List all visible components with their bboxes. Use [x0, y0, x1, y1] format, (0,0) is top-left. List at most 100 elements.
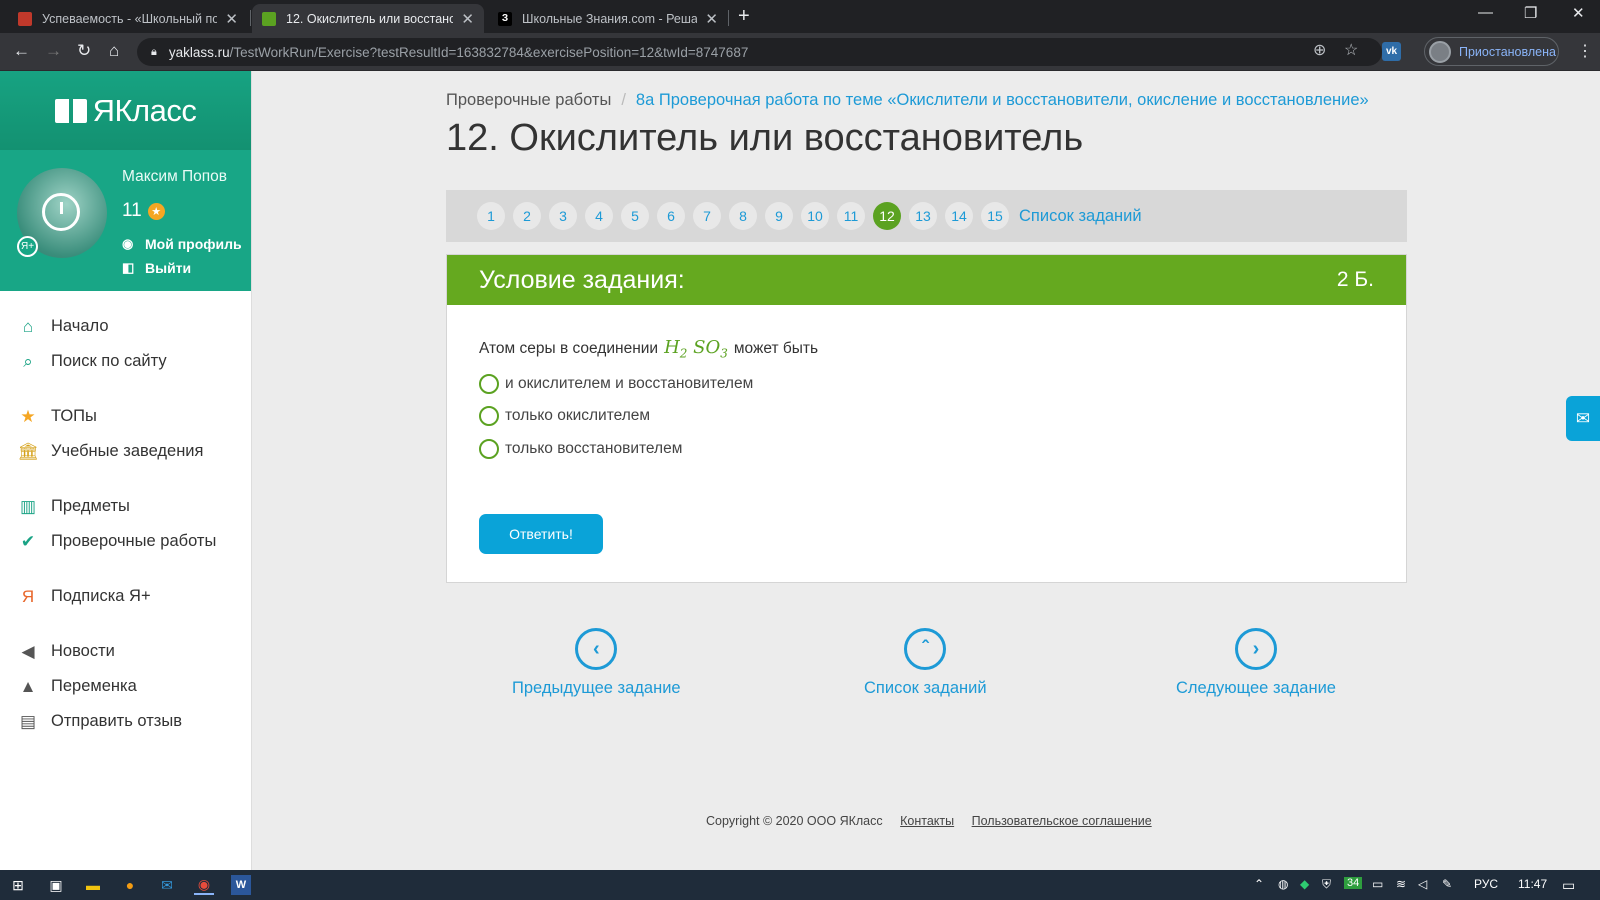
clock-time[interactable]: 11:47 [1518, 877, 1547, 891]
page-number-4[interactable]: 4 [585, 202, 613, 230]
tray-shield-icon[interactable]: ◆ [1300, 877, 1309, 891]
page-number-5[interactable]: 5 [621, 202, 649, 230]
close-icon[interactable]: ✕ [705, 10, 718, 28]
previous-task-label: Предыдущее задание [512, 679, 681, 697]
home-icon[interactable]: ⌂ [109, 41, 119, 61]
sidebar-item-home[interactable]: ⌂ Начало [0, 309, 251, 344]
page-number-2[interactable]: 2 [513, 202, 541, 230]
answer-option-label: только восстановителем [505, 440, 683, 457]
megaphone-icon: ◀ [21, 641, 35, 661]
menu-kebab-icon[interactable]: ⋮ [1577, 41, 1593, 61]
sidebar-item-subscription[interactable]: Я Подписка Я+ [0, 579, 251, 614]
minimize-icon[interactable]: — [1478, 4, 1493, 21]
next-task-link[interactable]: › Следующее задание [1176, 628, 1336, 698]
page-number-7[interactable]: 7 [693, 202, 721, 230]
pen-icon[interactable]: ✎ [1442, 877, 1452, 891]
new-tab-icon[interactable]: + [738, 5, 750, 28]
close-icon[interactable]: ✕ [225, 10, 238, 28]
browser-tab-1[interactable]: Успеваемость - «Школьный пор ✕ [8, 4, 248, 33]
answer-option[interactable]: и окислителем и восстановителем [479, 374, 753, 394]
store-icon[interactable]: ▣ [46, 875, 66, 895]
mail-icon[interactable]: ✉ [157, 875, 177, 895]
bookmark-star-icon[interactable]: ☆ [1344, 40, 1358, 60]
browser-tab-2[interactable]: 12. Окислитель или восстанови ✕ [252, 4, 484, 33]
folder-icon[interactable]: ▬ [83, 875, 103, 895]
forward-icon[interactable]: → [45, 41, 62, 61]
reload-icon[interactable]: ↻ [77, 41, 91, 61]
page-number-6[interactable]: 6 [657, 202, 685, 230]
contacts-link[interactable]: Контакты [900, 814, 954, 828]
radio-button[interactable] [479, 406, 499, 426]
page-number-14[interactable]: 14 [945, 202, 973, 230]
previous-task-link[interactable]: ‹ Предыдущее задание [512, 628, 681, 698]
submit-answer-button[interactable]: Ответить! [479, 514, 603, 554]
page-number-8[interactable]: 8 [729, 202, 757, 230]
tray-security-icon[interactable]: ⛨ [1322, 877, 1331, 892]
user-agreement-link[interactable]: Пользовательское соглашение [972, 814, 1152, 828]
page-number-12[interactable]: 12 [873, 202, 901, 230]
task-list-link[interactable]: Список заданий [1019, 207, 1142, 226]
task-list-bottom-link[interactable]: ˆ Список заданий [864, 628, 987, 698]
chrome-icon[interactable]: ◉ [194, 875, 214, 895]
radio-button[interactable] [479, 374, 499, 394]
tab-title: 12. Окислитель или восстанови [286, 11, 454, 26]
sidebar-item-news[interactable]: ◀ Новости [0, 634, 251, 669]
sidebar-item-label: Новости [51, 642, 115, 660]
vk-extension-icon[interactable]: vk [1382, 42, 1401, 61]
input-language[interactable]: РУС [1474, 877, 1498, 891]
volume-icon[interactable]: ◁ [1418, 877, 1427, 891]
sidebar-item-label: Проверочные работы [51, 532, 217, 550]
page-number-11[interactable]: 11 [837, 202, 865, 230]
back-icon[interactable]: ← [13, 41, 30, 61]
mail-app-icon[interactable]: ● [120, 875, 140, 895]
page-number-1[interactable]: 1 [477, 202, 505, 230]
sidebar-item-break[interactable]: ▲ Переменка [0, 669, 251, 704]
notifications-icon[interactable]: ▭ [1562, 877, 1575, 894]
page-title: 12. Окислитель или восстановитель [446, 117, 1084, 159]
chevron-right-icon: › [1235, 628, 1277, 670]
breadcrumb-root[interactable]: Проверочные работы [446, 91, 611, 109]
url-host: yaklass.ru [168, 44, 230, 60]
page-number-13[interactable]: 13 [909, 202, 937, 230]
install-icon[interactable]: ⊕ [1313, 40, 1326, 60]
page-number-9[interactable]: 9 [765, 202, 793, 230]
sidebar-item-institutions[interactable]: 🏛︎ Учебные заведения [0, 434, 251, 469]
tray-badge[interactable]: 34 [1344, 877, 1363, 889]
start-menu-icon[interactable]: ⊞ [8, 875, 28, 895]
brand-name: ЯКласс [92, 92, 197, 128]
breadcrumb-current-link[interactable]: 8а Проверочная работа по теме «Окислител… [636, 91, 1369, 109]
profile-paused-button[interactable]: Приостановлена [1424, 37, 1559, 66]
address-bar[interactable]: 🔒︎ yaklass.ru/TestWorkRun/Exercise?testR… [137, 38, 1382, 66]
page-number-3[interactable]: 3 [549, 202, 577, 230]
browser-tab-3[interactable]: З Школьные Знания.com - Решае ✕ [488, 4, 728, 33]
tray-chevron-icon[interactable]: ⌃ [1254, 877, 1264, 891]
answer-option[interactable]: только окислителем [479, 406, 650, 426]
restore-icon[interactable]: ❐ [1524, 4, 1537, 22]
page-number-15[interactable]: 15 [981, 202, 1009, 230]
sidebar-item-search[interactable]: ⌕ Поиск по сайту [0, 344, 251, 379]
feedback-mail-icon[interactable]: ✉ [1566, 396, 1600, 441]
answer-option[interactable]: только восстановителем [479, 439, 682, 459]
word-icon[interactable]: W [231, 875, 251, 895]
logo[interactable]: ЯКласс [0, 71, 251, 150]
close-icon[interactable]: ✕ [461, 10, 474, 28]
close-window-icon[interactable]: ✕ [1572, 4, 1585, 22]
logout-link[interactable]: ◧ Выйти [122, 260, 191, 276]
sidebar-item-label: Предметы [51, 497, 130, 515]
sidebar-item-subjects[interactable]: ▥ Предметы [0, 489, 251, 524]
page-number-10[interactable]: 10 [801, 202, 829, 230]
user-name[interactable]: Максим Попов [122, 168, 227, 186]
radio-button[interactable] [479, 439, 499, 459]
sidebar-item-feedback[interactable]: ▤ Отправить отзыв [0, 704, 251, 739]
footer: Copyright © 2020 ООО ЯКласс Контакты Пол… [706, 814, 1152, 828]
tab-favicon-icon: З [498, 11, 512, 26]
tray-app-icon[interactable]: ◍ [1278, 877, 1288, 891]
sidebar-item-tops[interactable]: ★ ТОПы [0, 399, 251, 434]
my-profile-link[interactable]: ◉ Мой профиль [122, 236, 242, 252]
sidebar-item-tests[interactable]: ✔ Проверочные работы [0, 524, 251, 559]
battery-icon[interactable]: ▭ [1372, 877, 1383, 891]
wifi-icon[interactable]: ≋ [1396, 877, 1406, 891]
next-task-label: Следующее задание [1176, 679, 1336, 697]
tab-favicon-icon [262, 11, 276, 26]
points-counter: 11 ★ [122, 200, 165, 222]
